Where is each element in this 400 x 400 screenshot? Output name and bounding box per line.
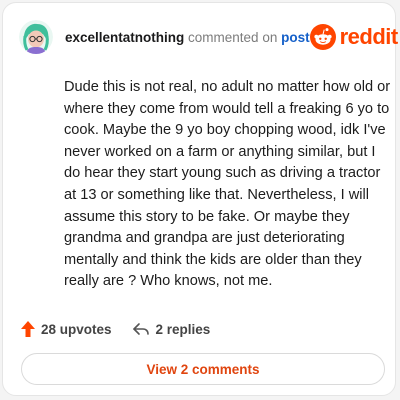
comment-header: excellentatnothing commented on post red… bbox=[19, 17, 398, 57]
comment-body: Dude this is not real, no adult no matte… bbox=[64, 79, 391, 290]
post-link[interactable]: post bbox=[281, 30, 310, 45]
reddit-logo[interactable]: reddit bbox=[309, 24, 399, 50]
replies-button[interactable]: 2 replies bbox=[132, 321, 211, 337]
reply-arrow-icon bbox=[132, 323, 149, 335]
comment-card: excellentatnothing commented on post red… bbox=[2, 2, 398, 396]
avatar[interactable] bbox=[19, 20, 53, 54]
reddit-wordmark: reddit bbox=[339, 24, 399, 49]
view-comments-button[interactable]: View 2 comments bbox=[21, 353, 385, 385]
commented-on-label: commented on bbox=[188, 29, 278, 45]
comment-byline: excellentatnothing commented on post bbox=[65, 30, 310, 45]
comment-actions: 28 upvotes 2 replies bbox=[21, 317, 210, 341]
reddit-snoo-icon bbox=[309, 24, 336, 50]
reply-count: 2 replies bbox=[155, 321, 211, 337]
username-link[interactable]: excellentatnothing bbox=[65, 30, 184, 45]
upvote-count: 28 upvotes bbox=[41, 321, 112, 337]
upvote-arrow-icon bbox=[21, 321, 35, 337]
upvote-button[interactable]: 28 upvotes bbox=[21, 321, 112, 337]
